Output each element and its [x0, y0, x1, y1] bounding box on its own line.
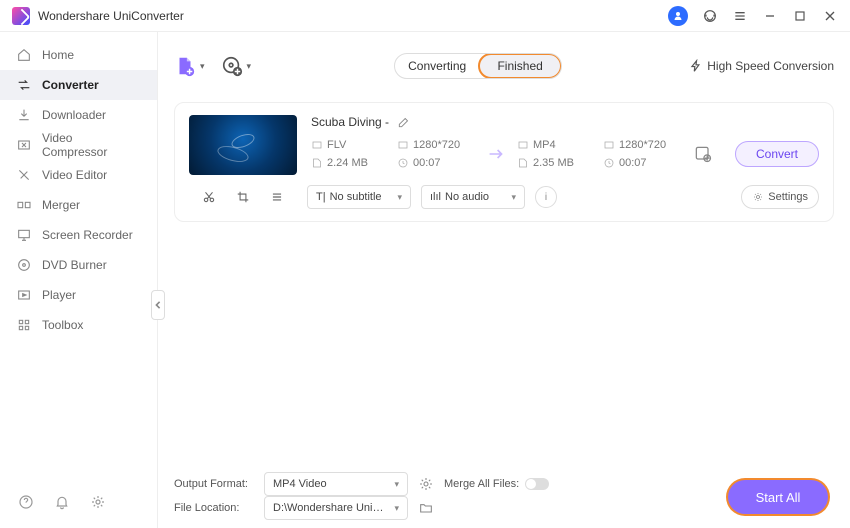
arrow-right-icon [483, 146, 509, 162]
app-logo-icon [12, 7, 30, 25]
add-folder-button[interactable] [221, 55, 243, 77]
sidebar-item-label: DVD Burner [42, 258, 107, 272]
sidebar-item-label: Home [42, 48, 74, 62]
sidebar-item-player[interactable]: Player [0, 280, 157, 310]
sidebar-item-label: Video Compressor [42, 131, 141, 159]
merge-toggle[interactable] [525, 478, 549, 490]
source-duration: 00:07 [413, 157, 441, 169]
conversion-item: Scuba Diving - FLV 2.24 MB 1280*720 00:0… [174, 102, 834, 222]
sidebar-item-label: Video Editor [42, 168, 107, 182]
output-settings-icon[interactable] [689, 144, 717, 164]
effects-icon[interactable] [269, 189, 285, 205]
add-folder-dropdown[interactable]: ▾ [247, 61, 252, 72]
audio-select[interactable]: ılılNo audio▾ [421, 185, 525, 209]
target-size: 2.35 MB [533, 157, 574, 169]
user-avatar-icon[interactable] [668, 6, 688, 26]
source-resolution: 1280*720 [413, 139, 460, 151]
status-tabs: Converting Finished [394, 53, 562, 79]
high-speed-toggle[interactable]: High Speed Conversion [689, 59, 834, 73]
file-location-label: File Location: [174, 502, 254, 514]
edit-name-icon[interactable] [397, 115, 411, 129]
sidebar: Home Converter Downloader Video Compress… [0, 32, 158, 528]
output-format-select[interactable]: MP4 Video▾ [264, 472, 408, 496]
target-format: MP4 [533, 139, 556, 151]
notifications-icon[interactable] [54, 494, 70, 510]
source-size: 2.24 MB [327, 157, 368, 169]
sidebar-item-label: Downloader [42, 108, 106, 122]
maximize-button[interactable] [792, 8, 808, 24]
convert-button[interactable]: Convert [735, 141, 819, 167]
settings-icon[interactable] [90, 494, 106, 510]
sidebar-item-toolbox[interactable]: Toolbox [0, 310, 157, 340]
sidebar-item-dvd[interactable]: DVD Burner [0, 250, 157, 280]
output-format-label: Output Format: [174, 478, 254, 490]
file-name: Scuba Diving - [311, 115, 389, 129]
target-duration: 00:07 [619, 157, 647, 169]
merge-label: Merge All Files: [444, 478, 519, 490]
info-icon[interactable]: i [535, 186, 557, 208]
minimize-button[interactable] [762, 8, 778, 24]
help-icon[interactable] [18, 494, 34, 510]
close-button[interactable] [822, 8, 838, 24]
sidebar-item-home[interactable]: Home [0, 40, 157, 70]
crop-icon[interactable] [235, 189, 251, 205]
source-format: FLV [327, 139, 346, 151]
bottom-bar: Output Format: MP4 Video▾ Merge All File… [158, 464, 850, 528]
app-title: Wondershare UniConverter [38, 9, 184, 23]
open-folder-icon[interactable] [418, 500, 434, 516]
sidebar-item-editor[interactable]: Video Editor [0, 160, 157, 190]
sidebar-item-merger[interactable]: Merger [0, 190, 157, 220]
sidebar-item-recorder[interactable]: Screen Recorder [0, 220, 157, 250]
add-file-dropdown[interactable]: ▾ [200, 61, 205, 72]
add-file-button[interactable] [174, 55, 196, 77]
sidebar-item-converter[interactable]: Converter [0, 70, 157, 100]
sidebar-item-downloader[interactable]: Downloader [0, 100, 157, 130]
main-panel: ▾ ▾ Converting Finished High Speed Conve… [158, 32, 850, 528]
sidebar-item-label: Player [42, 288, 76, 302]
video-thumbnail[interactable] [189, 115, 297, 175]
menu-icon[interactable] [732, 8, 748, 24]
titlebar: Wondershare UniConverter [0, 0, 850, 32]
tab-finished[interactable]: Finished [478, 53, 562, 79]
sidebar-item-label: Toolbox [42, 318, 83, 332]
sidebar-item-label: Converter [42, 78, 99, 92]
trim-icon[interactable] [201, 189, 217, 205]
output-settings-global-icon[interactable] [418, 476, 434, 492]
tab-converting[interactable]: Converting [395, 54, 479, 78]
sidebar-item-label: Merger [42, 198, 80, 212]
subtitle-select[interactable]: T|No subtitle▾ [307, 185, 411, 209]
sidebar-item-label: Screen Recorder [42, 228, 133, 242]
start-all-button[interactable]: Start All [728, 480, 828, 514]
target-resolution: 1280*720 [619, 139, 666, 151]
item-settings-button[interactable]: Settings [741, 185, 819, 209]
file-location-select[interactable]: D:\Wondershare UniConverter▾ [264, 496, 408, 520]
sidebar-item-compressor[interactable]: Video Compressor [0, 130, 157, 160]
support-icon[interactable] [702, 8, 718, 24]
